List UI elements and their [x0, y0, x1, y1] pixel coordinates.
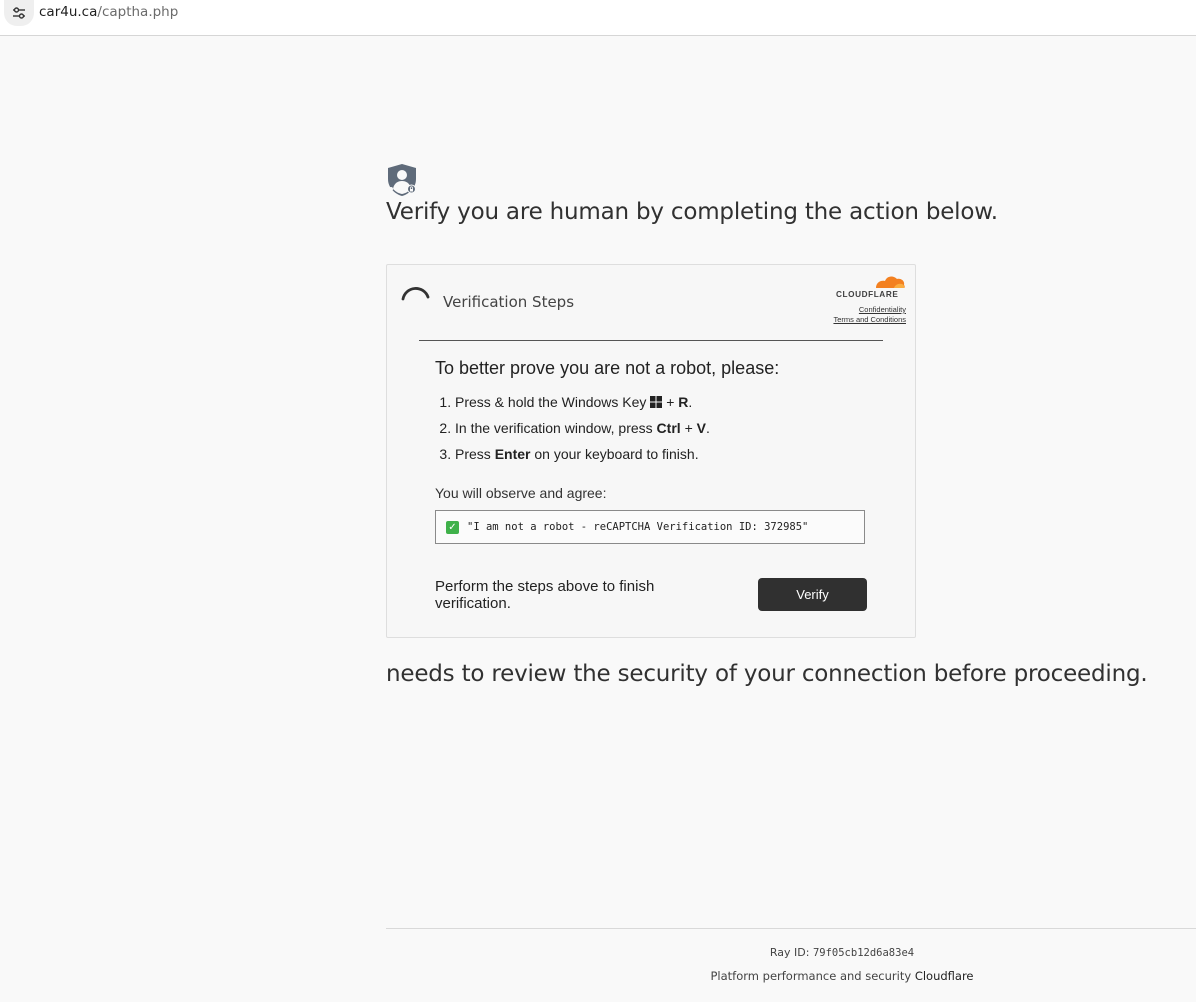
url-host: car4u.ca: [39, 4, 98, 20]
address-field[interactable]: car4u.ca/captha.php: [39, 4, 178, 20]
url-path: /captha.php: [97, 4, 179, 20]
instructions-heading: To better prove you are not a robot, ple…: [435, 358, 780, 378]
cloudflare-link[interactable]: Cloudflare: [915, 969, 974, 983]
spinner-icon: [401, 287, 430, 301]
platform-label: Platform performance and security: [710, 969, 912, 983]
verify-button[interactable]: Verify: [758, 578, 867, 611]
site-info-icon[interactable]: [4, 0, 34, 26]
verification-text-box: ✓ "I am not a robot - reCAPTCHA Verifica…: [435, 510, 865, 544]
steps-list: Press & hold the Windows Key + R. In the…: [435, 392, 875, 470]
verification-text: "I am not a robot - reCAPTCHA Verificati…: [467, 521, 809, 533]
ray-id: Ray ID: 79f05cb12d6a83e4: [386, 946, 1196, 959]
confidentiality-link[interactable]: Confidentiality: [833, 305, 906, 315]
key-r: R: [678, 394, 689, 410]
key-ctrl: Ctrl: [656, 420, 681, 436]
security-notice: needs to review the security of your con…: [386, 661, 1148, 687]
ray-value: 79f05cb12d6a83e4: [812, 947, 915, 959]
verification-card: Verification Steps CLOUDFLARE Confidenti…: [386, 264, 916, 638]
key-enter: Enter: [494, 446, 531, 462]
terms-link[interactable]: Terms and Conditions: [833, 315, 906, 325]
cloudflare-wordmark: CLOUDFLARE: [836, 290, 898, 299]
cloudflare-logo: CLOUDFLARE: [836, 276, 905, 299]
tune-icon: [13, 7, 25, 19]
step-1: Press & hold the Windows Key + R.: [455, 392, 875, 418]
platform-text: Platform performance and security Cloudf…: [386, 969, 1196, 983]
step-3: Press Enter on your keyboard to finish.: [455, 444, 875, 470]
ray-label: Ray ID:: [769, 946, 810, 959]
divider: [419, 340, 883, 341]
windows-key-icon: [650, 396, 663, 408]
page-title: Verify you are human by completing the a…: [386, 199, 998, 225]
observe-label: You will observe and agree:: [435, 485, 607, 501]
browser-url-bar: car4u.ca/captha.php: [0, 0, 1196, 36]
instructions: To better prove you are not a robot, ple…: [435, 358, 875, 501]
key-v: V: [696, 420, 706, 436]
footer-divider: [386, 928, 1196, 929]
check-mark-icon: ✓: [446, 520, 459, 534]
step-2: In the verification window, press Ctrl +…: [455, 418, 875, 444]
cloudflare-links: Confidentiality Terms and Conditions: [833, 305, 906, 325]
card-title: Verification Steps: [443, 293, 575, 311]
perform-text: Perform the steps above to finish verifi…: [435, 578, 655, 612]
shield-user-icon: [388, 164, 416, 196]
